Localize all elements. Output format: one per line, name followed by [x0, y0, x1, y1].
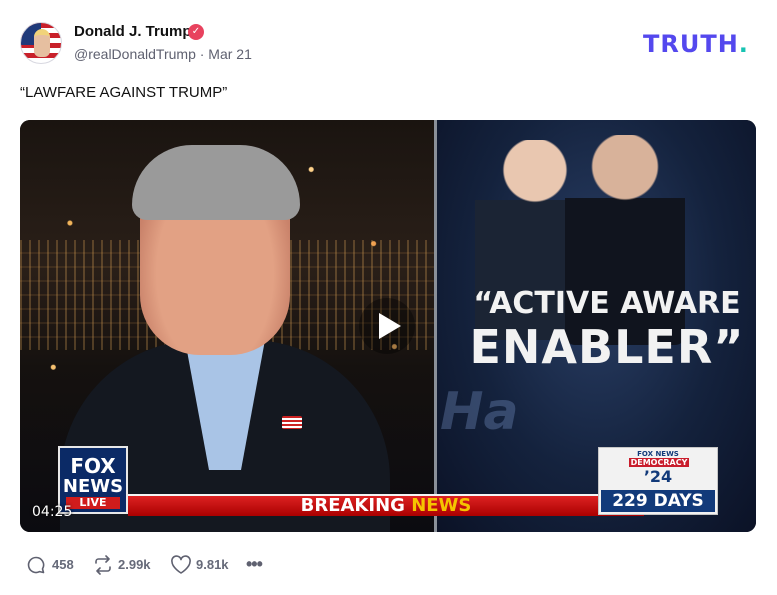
countdown-year: ’24 — [643, 467, 673, 486]
heart-icon — [171, 555, 191, 574]
ticker-news: NEWS — [411, 495, 472, 516]
post-text: “LAWFARE AGAINST TRUMP” — [20, 84, 228, 101]
retruth-icon — [95, 555, 111, 575]
democracy-countdown: FOX NEWS DEMOCRACY ’24 229 DAYS — [598, 447, 718, 515]
countdown-days: 229 DAYS — [601, 490, 715, 512]
author-handle-date[interactable]: @realDonaldTrump · Mar 21 — [74, 46, 252, 62]
ghost-graphic-text: Ha — [440, 382, 519, 442]
headline-line-2: ENABLER” — [469, 320, 745, 374]
video-timestamp: 04:25 — [32, 504, 73, 520]
flag-pin-icon — [282, 416, 302, 429]
channel-logo-line3: LIVE — [66, 497, 120, 509]
breaking-news-ticker: BREAKING NEWS — [128, 494, 644, 516]
host-hair — [132, 145, 300, 220]
headline-line-1: “ACTIVE AWARE — [473, 286, 741, 321]
retruth-count: 2.99k — [118, 557, 151, 572]
like-count: 9.81k — [196, 557, 229, 572]
countdown-label: DEMOCRACY — [629, 458, 689, 467]
author-name[interactable]: Donald J. Trump — [74, 23, 192, 40]
play-button[interactable] — [359, 298, 415, 354]
truth-logo-text: TRUTH — [643, 30, 739, 58]
split-divider — [434, 120, 437, 532]
verified-badge-icon: ✓ — [188, 24, 204, 40]
truth-logo-dot: . — [738, 30, 749, 58]
ticker-breaking: BREAKING — [300, 495, 412, 516]
channel-logo-line2: NEWS — [62, 476, 124, 497]
more-options-icon[interactable]: ••• — [246, 554, 263, 574]
video-player[interactable]: Ha “ACTIVE AWARE ENABLER” BREAKING NEWS … — [20, 120, 756, 532]
reply-count: 458 — [52, 557, 74, 572]
post-avatar[interactable] — [20, 22, 62, 64]
countdown-source: FOX NEWS — [637, 450, 679, 458]
channel-logo-line1: FOX — [70, 454, 116, 478]
reply-icon — [27, 556, 45, 574]
truth-logo[interactable]: TRUTH. — [643, 30, 749, 58]
